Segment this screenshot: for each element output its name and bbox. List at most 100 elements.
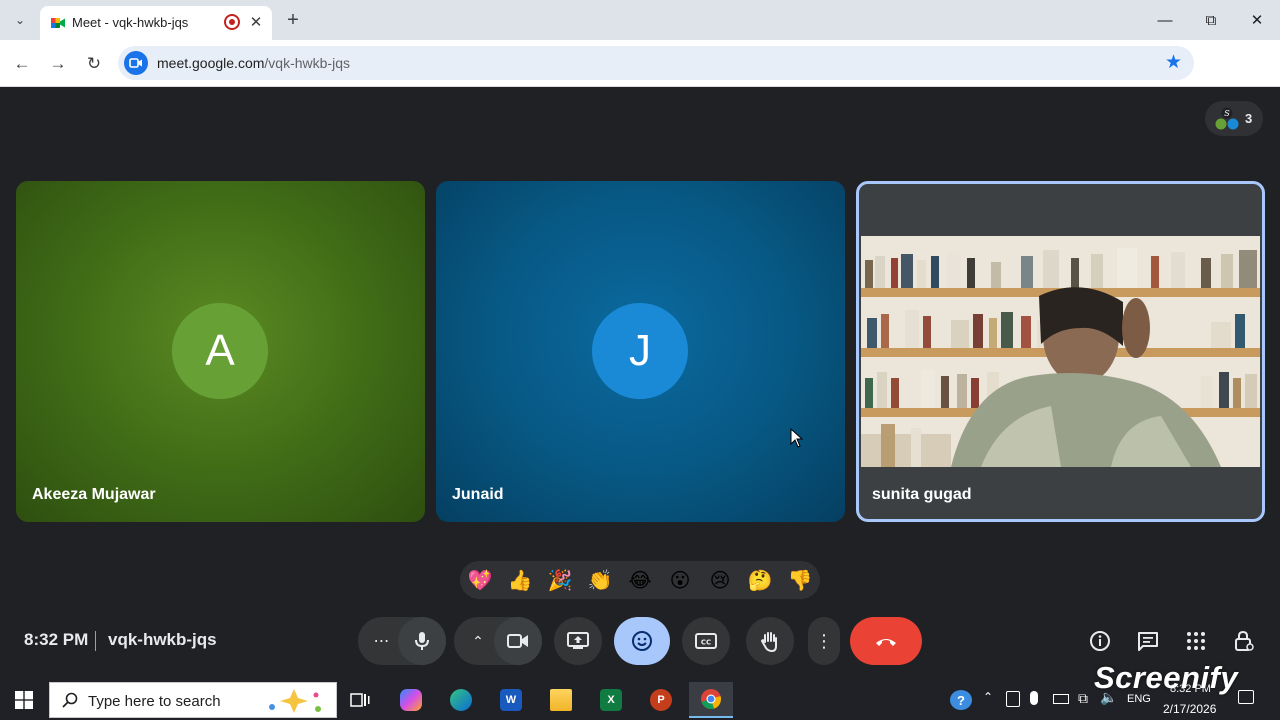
powerpoint-icon: P — [650, 689, 672, 711]
reaction-clapping[interactable]: 👏 — [587, 568, 613, 592]
reload-icon[interactable]: ↻ — [80, 50, 108, 78]
close-window-button[interactable]: ✕ — [1242, 6, 1272, 34]
address-bar[interactable]: meet.google.com/vqk-hwkb-jqs ★ — [118, 46, 1194, 80]
svg-text:S: S — [1224, 109, 1230, 118]
send-reaction-button[interactable] — [614, 617, 670, 665]
start-button[interactable] — [0, 680, 48, 720]
raise-hand-button[interactable] — [746, 617, 794, 665]
participant-video — [861, 236, 1260, 467]
close-tab-icon[interactable]: ✕ — [246, 12, 266, 32]
forward-arrow-icon[interactable]: → — [44, 50, 72, 78]
windows-logo-icon — [15, 691, 33, 709]
back-arrow-icon[interactable]: ← — [8, 50, 36, 78]
svg-text:CC: CC — [701, 639, 711, 647]
more-options-button[interactable]: ⋮ — [808, 617, 840, 665]
tab-title: Meet - vqk-hwkb-jqs — [72, 15, 189, 30]
more-vertical-icon: ⋮ — [815, 630, 833, 651]
apps-grid-icon — [1187, 632, 1205, 650]
task-view-icon — [350, 693, 370, 707]
word-icon: W — [500, 689, 522, 711]
search-placeholder: Type here to search — [88, 693, 221, 710]
participant-count: 3 — [1245, 111, 1253, 126]
reaction-laughing[interactable]: 😂 — [627, 568, 653, 592]
raise-hand-icon — [760, 632, 777, 652]
hang-up-icon — [876, 639, 896, 646]
screen-recorder-watermark: Screenify — [1094, 660, 1239, 695]
minimize-window-button[interactable]: — — [1150, 6, 1180, 34]
folder-icon — [550, 689, 572, 711]
host-controls-lock-icon — [1235, 630, 1254, 651]
chat-icon — [1138, 632, 1158, 651]
mic-tray-icon[interactable] — [1030, 691, 1038, 705]
captions-button[interactable]: CC — [682, 617, 730, 665]
reaction-surprised[interactable]: 😮 — [667, 568, 693, 592]
chevron-up-icon: ⌃ — [472, 632, 484, 649]
video-feed-image — [861, 236, 1260, 467]
taskbar-powerpoint[interactable]: P — [639, 684, 683, 716]
microphone-button[interactable] — [398, 617, 446, 665]
url-host: meet.google.com — [157, 55, 265, 71]
bookmark-star-icon[interactable]: ★ — [1165, 51, 1182, 74]
participants-chip[interactable]: S 3 — [1205, 101, 1263, 136]
taskbar-copilot[interactable] — [389, 684, 433, 716]
participant-tile[interactable]: J Junaid — [436, 181, 845, 522]
new-tab-button[interactable]: + — [282, 8, 304, 32]
chrome-icon — [701, 689, 721, 710]
smiley-icon — [632, 631, 652, 651]
reaction-thinking[interactable]: 🤔 — [747, 568, 773, 592]
host-controls-button[interactable] — [1229, 626, 1259, 656]
tab-strip: ⌄ Meet - vqk-hwkb-jqs ✕ + — ⧉ ✕ — [0, 0, 1280, 40]
search-icon — [62, 692, 78, 708]
search-highlight-sparkle-icon — [269, 689, 321, 713]
taskbar-excel[interactable]: X — [589, 684, 633, 716]
copilot-icon — [400, 689, 422, 711]
taskbar-edge[interactable] — [439, 684, 483, 716]
camera-icon — [507, 634, 528, 648]
reaction-sad[interactable]: 😢 — [707, 568, 733, 592]
browser-tab-meet[interactable]: Meet - vqk-hwkb-jqs ✕ — [40, 6, 272, 40]
show-hidden-icons-chevron-icon[interactable]: ⌃ — [983, 690, 993, 704]
camera-button[interactable] — [494, 617, 542, 665]
reactions-bar: 💖 👍 🎉 👏 😂 😮 😢 🤔 👎 — [460, 561, 820, 599]
activities-button[interactable] — [1181, 626, 1211, 656]
wifi-icon[interactable]: ⧉ — [1078, 690, 1088, 707]
windows-taskbar: Type here to search W X P ? ⌃ ⧉ 🔈 ENG 8:… — [0, 680, 1280, 720]
meeting-details-button[interactable] — [1085, 626, 1115, 656]
reaction-party-popper[interactable]: 🎉 — [547, 568, 573, 592]
tab-search-chevron-icon[interactable]: ⌄ — [8, 8, 32, 32]
present-screen-icon — [567, 632, 589, 649]
device-icon[interactable] — [1006, 691, 1020, 707]
task-view-button[interactable] — [338, 684, 382, 716]
present-screen-button[interactable] — [554, 617, 602, 665]
taskbar-search-box[interactable]: Type here to search — [49, 682, 337, 718]
meeting-clock: 8:32 PM — [24, 630, 89, 649]
chat-button[interactable] — [1133, 626, 1163, 656]
info-icon — [1090, 631, 1110, 651]
notification-icon[interactable] — [1238, 690, 1254, 704]
help-icon[interactable]: ? — [950, 690, 972, 710]
browser-toolbar: ← → ↻ meet.google.com/vqk-hwkb-jqs ★ S ⋮ — [0, 40, 1280, 114]
participant-name: Akeeza Mujawar — [32, 486, 156, 503]
leave-call-button[interactable] — [850, 617, 922, 665]
restore-window-button[interactable]: ⧉ — [1196, 6, 1226, 34]
reaction-thumbs-down[interactable]: 👎 — [787, 568, 813, 592]
recording-indicator-icon — [224, 14, 240, 30]
edge-icon — [450, 689, 472, 711]
excel-icon: X — [600, 689, 622, 711]
more-horizontal-icon: ⋯ — [373, 633, 391, 650]
taskbar-word[interactable]: W — [489, 684, 533, 716]
avatar: J — [592, 303, 688, 399]
participant-tile[interactable]: A Akeeza Mujawar — [16, 181, 425, 522]
taskbar-chrome[interactable] — [689, 682, 733, 718]
mouse-cursor-icon — [790, 428, 804, 448]
site-info-icon[interactable] — [124, 51, 148, 75]
taskbar-file-explorer[interactable] — [539, 684, 583, 716]
avatar: A — [172, 303, 268, 399]
battery-icon[interactable] — [1053, 694, 1069, 704]
reaction-thumbs-up[interactable]: 👍 — [507, 568, 533, 592]
participant-tile-active-speaker[interactable]: sunita gugad — [856, 181, 1265, 522]
reaction-sparkling-heart[interactable]: 💖 — [467, 568, 493, 592]
tray-date[interactable]: 2/17/2026 — [1163, 702, 1216, 716]
participant-name: sunita gugad — [872, 486, 972, 503]
google-meet-icon — [51, 18, 65, 28]
